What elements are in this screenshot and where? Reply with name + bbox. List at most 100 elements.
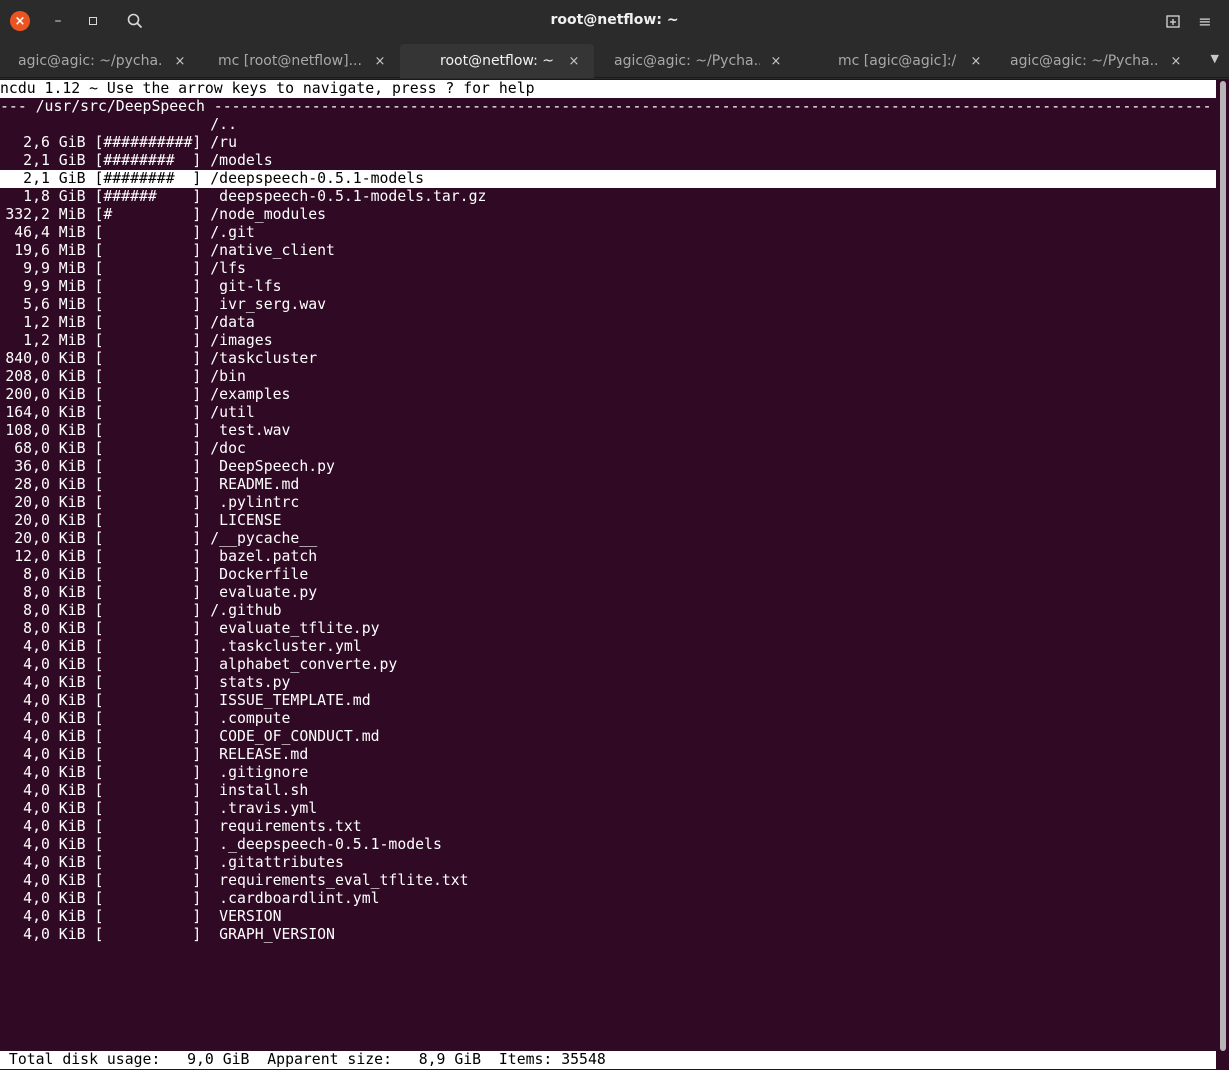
row-name: ivr_serg.wav xyxy=(210,296,327,313)
file-row[interactable]: 200,0 KiB [ ] /examples xyxy=(0,386,290,404)
row-name: .travis.yml xyxy=(210,800,318,817)
row-name: .cardboardlint.yml xyxy=(210,890,380,907)
row-name: /doc xyxy=(210,440,246,457)
terminal-view[interactable]: ncdu 1.12 ~ Use the arrow keys to naviga… xyxy=(0,79,1229,1070)
row-size: 4,0 KiB xyxy=(23,764,86,781)
row-size: 9,9 MiB xyxy=(23,278,86,295)
file-row[interactable]: 4,0 KiB [ ] GRAPH_VERSION xyxy=(0,926,335,944)
file-row[interactable]: 20,0 KiB [ ] .pylintrc xyxy=(0,494,299,512)
row-name: .taskcluster.yml xyxy=(210,638,362,655)
file-row[interactable]: 4,0 KiB [ ] stats.py xyxy=(0,674,290,692)
row-usage-bar: [ ] xyxy=(94,656,202,673)
row-usage-bar: [ ] xyxy=(94,674,202,691)
row-size: 2,1 GiB xyxy=(23,152,86,169)
file-row[interactable]: 332,2 MiB [# ] /node_modules xyxy=(0,206,326,224)
row-usage-bar: [ ] xyxy=(94,620,202,637)
file-row[interactable]: 4,0 KiB [ ] .travis.yml xyxy=(0,800,317,818)
file-row[interactable]: 4,0 KiB [ ] RELEASE.md xyxy=(0,746,308,764)
file-row[interactable]: 4,0 KiB [ ] requirements_eval_tflite.txt xyxy=(0,872,468,890)
file-row[interactable]: 28,0 KiB [ ] README.md xyxy=(0,476,299,494)
row-size: 36,0 KiB xyxy=(14,458,86,475)
new-tab-button[interactable] xyxy=(1163,11,1183,31)
tab-close-icon[interactable]: × xyxy=(372,54,388,69)
row-size: 1,8 GiB xyxy=(23,188,86,205)
tab-3-active[interactable]: root@netflow: ~ × xyxy=(400,44,594,78)
file-row[interactable]: 2,6 GiB [##########] /ru xyxy=(0,134,237,152)
file-row[interactable]: 1,8 GiB [###### ] deepspeech-0.5.1-model… xyxy=(0,188,486,206)
tab-6[interactable]: agic@agic: ~/Pycha... × xyxy=(996,44,1196,78)
row-usage-bar: [ ] xyxy=(94,584,202,601)
file-row[interactable]: 46,4 MiB [ ] /.git xyxy=(0,224,255,242)
file-row[interactable]: 2,1 GiB [######## ] /models xyxy=(0,152,272,170)
terminal-scrollbar[interactable] xyxy=(1216,79,1229,1070)
file-row[interactable]: /.. xyxy=(0,116,237,134)
menu-icon: ≡ xyxy=(1198,11,1212,31)
row-size: 840,0 KiB xyxy=(5,350,86,367)
tab-close-icon[interactable]: × xyxy=(566,54,582,69)
tab-2[interactable]: mc [root@netflow]... × xyxy=(200,44,400,78)
row-size: 2,6 GiB xyxy=(23,134,86,151)
window-title: root@netflow: ~ xyxy=(550,12,679,28)
row-name: test.wav xyxy=(210,422,291,439)
file-row[interactable]: 68,0 KiB [ ] /doc xyxy=(0,440,246,458)
file-row[interactable]: 4,0 KiB [ ] ISSUE_TEMPLATE.md xyxy=(0,692,370,710)
row-size: 4,0 KiB xyxy=(23,746,86,763)
tab-overflow-icon[interactable]: ▼ xyxy=(1211,52,1219,65)
row-usage-bar: [ ] xyxy=(94,602,202,619)
file-row[interactable]: 4,0 KiB [ ] CODE_OF_CONDUCT.md xyxy=(0,728,379,746)
row-name: .gitignore xyxy=(210,764,309,781)
tab-close-icon[interactable]: × xyxy=(172,54,188,69)
file-row[interactable]: 4,0 KiB [ ] install.sh xyxy=(0,782,308,800)
file-row[interactable]: 8,0 KiB [ ] Dockerfile xyxy=(0,566,308,584)
file-row[interactable]: 36,0 KiB [ ] DeepSpeech.py xyxy=(0,458,335,476)
row-usage-bar: [ ] xyxy=(94,224,202,241)
row-name: requirements.txt xyxy=(210,818,362,835)
row-usage-bar: [ ] xyxy=(94,314,202,331)
file-row[interactable]: 4,0 KiB [ ] requirements.txt xyxy=(0,818,362,836)
file-row[interactable]: 8,0 KiB [ ] evaluate.py xyxy=(0,584,317,602)
file-row[interactable]: 9,9 MiB [ ] /lfs xyxy=(0,260,246,278)
file-row[interactable]: 8,0 KiB [ ] evaluate_tflite.py xyxy=(0,620,380,638)
file-row[interactable]: 20,0 KiB [ ] /__pycache__ xyxy=(0,530,317,548)
row-name: /.github xyxy=(210,602,282,619)
file-row[interactable]: 5,6 MiB [ ] ivr_serg.wav xyxy=(0,296,326,314)
tab-close-icon[interactable]: × xyxy=(968,54,984,69)
hamburger-menu-button[interactable]: ≡ xyxy=(1195,11,1215,31)
file-row[interactable]: 19,6 MiB [ ] /native_client xyxy=(0,242,335,260)
file-row[interactable]: 4,0 KiB [ ] .cardboardlint.yml xyxy=(0,890,380,908)
file-row[interactable]: 1,2 MiB [ ] /images xyxy=(0,332,272,350)
row-name: evaluate_tflite.py xyxy=(210,620,380,637)
scrollbar-thumb[interactable] xyxy=(1220,81,1226,1051)
tab-1[interactable]: agic@agic: ~/pycha... × xyxy=(0,44,200,78)
row-usage-bar: [###### ] xyxy=(94,188,202,205)
file-row[interactable]: 840,0 KiB [ ] /taskcluster xyxy=(0,350,317,368)
row-size: 4,0 KiB xyxy=(23,638,86,655)
row-name: git-lfs xyxy=(210,278,282,295)
file-row[interactable]: 4,0 KiB [ ] VERSION xyxy=(0,908,281,926)
file-row[interactable]: 108,0 KiB [ ] test.wav xyxy=(0,422,290,440)
tab-4[interactable]: agic@agic: ~/Pycha... × xyxy=(596,44,796,78)
row-usage-bar: [ ] xyxy=(94,548,202,565)
file-row[interactable]: 12,0 KiB [ ] bazel.patch xyxy=(0,548,317,566)
file-row[interactable]: 9,9 MiB [ ] git-lfs xyxy=(0,278,282,296)
row-usage-bar: [ ] xyxy=(94,872,202,889)
file-row[interactable]: 4,0 KiB [ ] .compute xyxy=(0,710,290,728)
file-row[interactable]: 20,0 KiB [ ] LICENSE xyxy=(0,512,281,530)
file-row[interactable]: 1,2 MiB [ ] /data xyxy=(0,314,255,332)
file-row[interactable]: 8,0 KiB [ ] /.github xyxy=(0,602,282,620)
tab-close-icon[interactable]: × xyxy=(1168,54,1184,69)
file-row[interactable]: 4,0 KiB [ ] .gitignore xyxy=(0,764,308,782)
file-row[interactable]: 4,0 KiB [ ] ._deepspeech-0.5.1-models xyxy=(0,836,442,854)
file-row-selected[interactable]: 2,1 GiB [######## ] /deepspeech-0.5.1-mo… xyxy=(0,170,1216,188)
row-usage-bar: [ ] xyxy=(94,242,202,259)
tab-close-icon[interactable]: × xyxy=(768,54,784,69)
tab-5[interactable]: mc [agic@agic]:/ × xyxy=(796,44,996,78)
file-row[interactable]: 4,0 KiB [ ] .taskcluster.yml xyxy=(0,638,362,656)
file-row[interactable]: 4,0 KiB [ ] .gitattributes xyxy=(0,854,344,872)
file-row[interactable]: 164,0 KiB [ ] /util xyxy=(0,404,254,422)
file-row[interactable]: 208,0 KiB [ ] /bin xyxy=(0,368,246,386)
row-size: 108,0 KiB xyxy=(5,422,86,439)
row-usage-bar: [ ] xyxy=(94,926,202,943)
row-name: install.sh xyxy=(210,782,309,799)
file-row[interactable]: 4,0 KiB [ ] alphabet_converte.py xyxy=(0,656,397,674)
